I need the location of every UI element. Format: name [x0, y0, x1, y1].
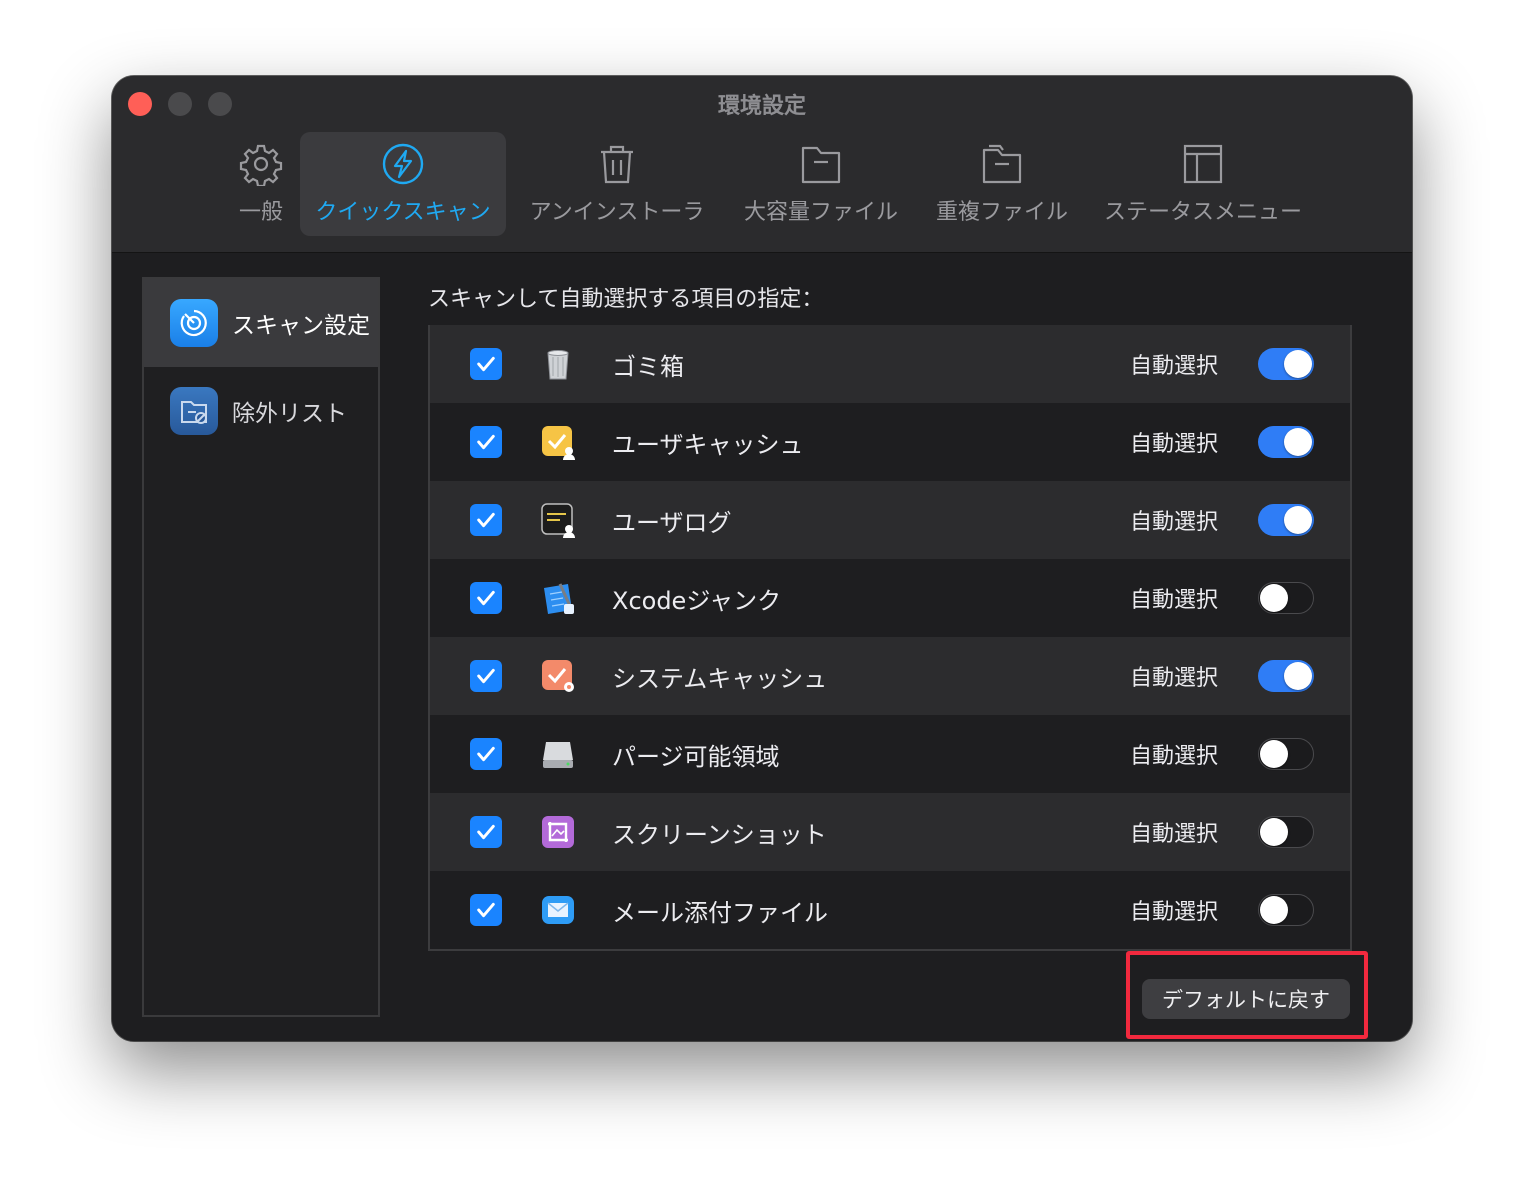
checkmark-icon: [477, 434, 495, 450]
auto-select-toggle[interactable]: [1258, 816, 1314, 848]
checkmark-icon: [477, 824, 495, 840]
auto-select-label: 自動選択: [1130, 588, 1219, 613]
auto-select-label: 自動選択: [1130, 900, 1219, 925]
auto-select-toggle[interactable]: [1258, 660, 1314, 692]
section-title: スキャンして自動選択する項目の指定：: [428, 287, 824, 312]
item-label: ゴミ箱: [612, 352, 684, 381]
auto-select-label: 自動選択: [1130, 666, 1219, 691]
list-item: ユーザキャッシュ 自動選択: [430, 403, 1350, 481]
sidebar-item-exclusion-list[interactable]: 除外リスト: [144, 367, 378, 455]
lightning-icon: [382, 143, 424, 185]
item-label: スクリーンショット: [612, 820, 827, 849]
checkmark-icon: [477, 512, 495, 528]
auto-select-label: 自動選択: [1130, 354, 1219, 379]
checkmark-icon: [477, 356, 495, 372]
list-item: メール添付ファイル 自動選択: [430, 871, 1350, 949]
checkmark-icon: [477, 590, 495, 606]
item-checkbox[interactable]: [470, 426, 502, 458]
toolbar: 一般 クイックスキャン アンインストーラ 大容量ファイル 重複ファイル ステータ…: [222, 132, 1316, 236]
tab-large-files-label: 大容量ファイル: [743, 200, 898, 225]
item-checkbox[interactable]: [470, 504, 502, 536]
disk-icon: [540, 736, 576, 772]
sidebar-item-label: 除外リスト: [232, 401, 347, 427]
highlight-box: [1126, 951, 1368, 1039]
tab-large-files[interactable]: 大容量ファイル: [728, 132, 914, 236]
list-item: スクリーンショット 自動選択: [430, 793, 1350, 871]
tab-general[interactable]: 一般: [222, 132, 300, 236]
trash-can-icon: [540, 346, 576, 382]
user-log-icon: [540, 502, 576, 538]
checkmark-icon: [477, 668, 495, 684]
list-item: ユーザログ 自動選択: [430, 481, 1350, 559]
tab-uninstaller[interactable]: アンインストーラ: [506, 132, 728, 236]
auto-select-label: 自動選択: [1130, 822, 1219, 847]
tab-quick-scan-label: クイックスキャン: [315, 200, 491, 225]
tab-quick-scan[interactable]: クイックスキャン: [300, 132, 506, 236]
auto-select-toggle[interactable]: [1258, 426, 1314, 458]
tab-duplicates[interactable]: 重複ファイル: [914, 132, 1090, 236]
list-item: パージ可能領域 自動選択: [430, 715, 1350, 793]
user-cache-icon: [540, 424, 576, 460]
list-item: システムキャッシュ 自動選択: [430, 637, 1350, 715]
item-checkbox[interactable]: [470, 660, 502, 692]
layout-icon: [1183, 144, 1223, 184]
auto-select-label: 自動選択: [1130, 432, 1219, 457]
scan-target-icon: [170, 299, 218, 347]
mail-icon: [540, 892, 576, 928]
item-checkbox[interactable]: [470, 348, 502, 380]
content-area: スキャン設定 除外リスト スキャンして自動選択する項目の指定： ゴミ箱 自動選択…: [112, 253, 1412, 1041]
item-label: パージ可能領域: [612, 742, 780, 771]
checkmark-icon: [477, 746, 495, 762]
title-bar: 環境設定 一般 クイックスキャン アンインストーラ 大容量ファイル 重複ファイル…: [112, 76, 1412, 253]
scan-item-list: ゴミ箱 自動選択 ユーザキャッシュ 自動選択 ユーザログ 自動選択 Xcodeジ…: [428, 325, 1352, 951]
preferences-window: 環境設定 一般 クイックスキャン アンインストーラ 大容量ファイル 重複ファイル…: [112, 76, 1412, 1041]
sidebar-item-label: スキャン設定: [232, 313, 370, 339]
tab-general-label: 一般: [238, 200, 283, 225]
auto-select-toggle[interactable]: [1258, 582, 1314, 614]
auto-select-toggle[interactable]: [1258, 504, 1314, 536]
auto-select-label: 自動選択: [1130, 510, 1219, 535]
item-checkbox[interactable]: [470, 582, 502, 614]
auto-select-toggle[interactable]: [1258, 738, 1314, 770]
sidebar: スキャン設定 除外リスト: [142, 277, 380, 1017]
sidebar-item-scan-settings[interactable]: スキャン設定: [144, 279, 378, 367]
window-title: 環境設定: [717, 94, 806, 119]
item-label: Xcodeジャンク: [612, 586, 782, 615]
folder-icon: [801, 146, 841, 184]
tab-status-menu[interactable]: ステータスメニュー: [1090, 132, 1316, 236]
item-checkbox[interactable]: [470, 894, 502, 926]
trash-icon: [601, 145, 633, 184]
list-item: Xcodeジャンク 自動選択: [430, 559, 1350, 637]
screenshot-icon: [540, 814, 576, 850]
system-cache-icon: [540, 658, 576, 694]
item-checkbox[interactable]: [470, 738, 502, 770]
tab-uninstaller-label: アンインストーラ: [529, 200, 705, 225]
auto-select-label: 自動選択: [1130, 744, 1219, 769]
list-item: ゴミ箱 自動選択: [430, 325, 1350, 403]
item-checkbox[interactable]: [470, 816, 502, 848]
folder-exclude-icon: [170, 387, 218, 435]
item-label: ユーザログ: [612, 508, 732, 537]
xcode-icon: [540, 580, 576, 616]
auto-select-toggle[interactable]: [1258, 348, 1314, 380]
item-label: システムキャッシュ: [612, 664, 828, 693]
folders-icon: [982, 144, 1022, 184]
gear-icon: [239, 144, 283, 186]
checkmark-icon: [477, 902, 495, 918]
item-label: メール添付ファイル: [612, 898, 828, 927]
tab-status-menu-label: ステータスメニュー: [1103, 200, 1302, 225]
tab-duplicates-label: 重複ファイル: [935, 200, 1068, 225]
item-label: ユーザキャッシュ: [612, 430, 804, 459]
auto-select-toggle[interactable]: [1258, 894, 1314, 926]
